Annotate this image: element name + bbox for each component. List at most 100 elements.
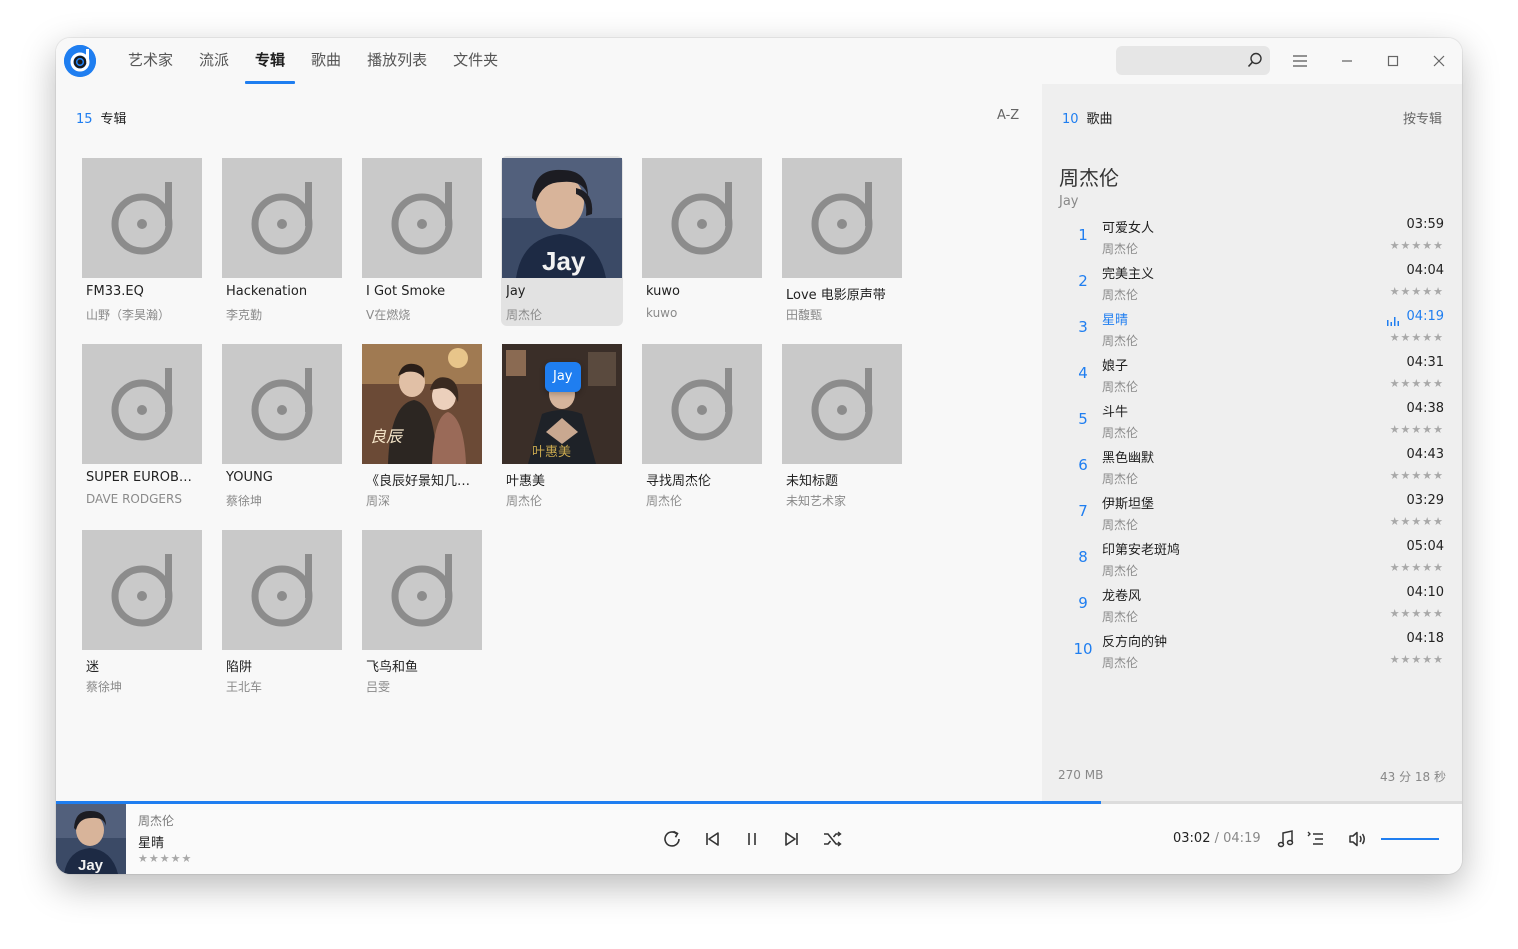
rating-stars[interactable]: ★★★★★ <box>1390 561 1444 574</box>
nav-tabs: 艺术家 流派 专辑 歌曲 播放列表 文件夹 <box>118 38 514 84</box>
default-cover-icon <box>642 344 762 464</box>
song-row[interactable]: 10 反方向的钟 周杰伦 04:18 ★★★★★ <box>1042 628 1462 674</box>
lyrics-music-note-icon[interactable] <box>1274 827 1298 851</box>
rating-stars[interactable]: ★★★★★ <box>1390 285 1444 298</box>
album-card[interactable]: 陷阱 王北车 <box>222 530 342 698</box>
album-artist: 蔡徐坤 <box>86 680 123 694</box>
song-duration: 04:04 <box>1406 263 1444 278</box>
album-card[interactable]: SUPER EUROBEAT... DAVE RODGERS <box>82 344 202 512</box>
song-number: 2 <box>1078 272 1088 290</box>
volume-slider[interactable] <box>1381 838 1439 840</box>
song-title: 斗牛 <box>1102 405 1129 420</box>
detail-album-name: Jay <box>1059 194 1079 209</box>
shuffle-icon[interactable] <box>820 827 844 851</box>
repeat-icon[interactable] <box>660 827 684 851</box>
song-row[interactable]: 2 完美主义 周杰伦 04:04 ★★★★★ <box>1042 260 1462 306</box>
song-singer: 周杰伦 <box>1102 610 1139 624</box>
song-title: 娘子 <box>1102 359 1129 374</box>
album-card[interactable]: 迷 蔡徐坤 <box>82 530 202 698</box>
song-duration: 03:59 <box>1406 217 1444 232</box>
song-number: 9 <box>1078 594 1088 612</box>
album-name: 陷阱 <box>226 660 253 675</box>
close-icon[interactable] <box>1427 49 1451 73</box>
rating-stars[interactable]: ★★★★★ <box>1390 423 1444 436</box>
albums-pane: 15 专辑 A-Z FM33.EQ 山野（李昊瀚） Hackenation 李克勤… <box>56 84 1042 802</box>
minimize-icon[interactable] <box>1335 49 1359 73</box>
song-duration: 04:18 <box>1406 631 1444 646</box>
song-row[interactable]: 6 黑色幽默 周杰伦 04:43 ★★★★★ <box>1042 444 1462 490</box>
playlist-queue-icon[interactable] <box>1304 827 1328 851</box>
default-cover-icon <box>82 344 202 464</box>
tab-genres[interactable]: 流派 <box>189 38 239 84</box>
title-bar: 艺术家 流派 专辑 歌曲 播放列表 文件夹 <box>56 38 1462 84</box>
song-row[interactable]: 4 娘子 周杰伦 04:31 ★★★★★ <box>1042 352 1462 398</box>
maximize-icon[interactable] <box>1381 49 1405 73</box>
sort-by-album-button[interactable]: 按专辑 <box>1403 108 1442 127</box>
rating-stars[interactable]: ★★★★★ <box>1390 331 1444 344</box>
album-card[interactable]: Love 电影原声带 田馥甄 <box>782 158 902 326</box>
rating-stars[interactable]: ★★★★★ <box>1390 377 1444 390</box>
song-row[interactable]: 7 伊斯坦堡 周杰伦 03:29 ★★★★★ <box>1042 490 1462 536</box>
rating-stars[interactable]: ★★★★★ <box>1390 607 1444 620</box>
tab-albums[interactable]: 专辑 <box>245 38 296 84</box>
album-artist: 周杰伦 <box>506 494 543 508</box>
rating-stars[interactable]: ★★★★★ <box>1390 653 1444 666</box>
album-card[interactable]: Hackenation 李克勤 <box>222 158 342 326</box>
song-row[interactable]: 5 斗牛 周杰伦 04:38 ★★★★★ <box>1042 398 1462 444</box>
album-artist: DAVE RODGERS <box>86 492 182 506</box>
volume-icon[interactable] <box>1346 827 1370 851</box>
player-bar: Jay 周杰伦 星晴 ★★★★★ 03:02 / 04:19 <box>56 804 1462 874</box>
album-name: 《良辰好景知几何... <box>366 474 480 489</box>
default-cover-icon <box>82 158 202 278</box>
album-card[interactable]: kuwo kuwo <box>642 158 762 326</box>
song-row[interactable]: 8 印第安老斑鸠 周杰伦 05:04 ★★★★★ <box>1042 536 1462 582</box>
rating-stars[interactable]: ★★★★★ <box>1390 469 1444 482</box>
album-name: 寻找周杰伦 <box>646 474 712 489</box>
album-artist: kuwo <box>646 306 678 320</box>
playback-time: 03:02 / 04:19 <box>1173 831 1261 846</box>
sort-az-button[interactable]: A-Z <box>997 108 1019 123</box>
tab-artists[interactable]: 艺术家 <box>118 38 183 84</box>
now-playing-rating[interactable]: ★★★★★ <box>138 852 192 865</box>
album-card[interactable]: 飞鸟和鱼 吕雯 <box>362 530 482 698</box>
time-separator: / <box>1214 831 1219 846</box>
album-name: 飞鸟和鱼 <box>366 660 419 675</box>
rating-stars[interactable]: ★★★★★ <box>1390 239 1444 252</box>
album-card[interactable]: FM33.EQ 山野（李昊瀚） <box>82 158 202 326</box>
rating-stars[interactable]: ★★★★★ <box>1390 515 1444 528</box>
album-card[interactable]: 寻找周杰伦 周杰伦 <box>642 344 762 512</box>
default-cover-icon <box>222 530 342 650</box>
pause-icon[interactable] <box>740 827 764 851</box>
album-card[interactable]: 良辰 《良辰好景知几何... 周深 <box>362 344 482 512</box>
song-title: 印第安老斑鸠 <box>1102 543 1181 558</box>
tab-songs[interactable]: 歌曲 <box>301 38 351 84</box>
album-artist: 未知艺术家 <box>786 494 847 508</box>
song-number: 10 <box>1073 640 1093 658</box>
song-row[interactable]: 9 龙卷风 周杰伦 04:10 ★★★★★ <box>1042 582 1462 628</box>
album-name: Hackenation <box>226 284 308 299</box>
album-card-jay[interactable]: Jay Jay 周杰伦 <box>501 156 623 326</box>
search-icon[interactable] <box>1246 51 1264 69</box>
album-name: YOUNG <box>226 470 273 485</box>
tab-playlists[interactable]: 播放列表 <box>357 38 437 84</box>
tab-folders[interactable]: 文件夹 <box>443 38 508 84</box>
previous-track-icon[interactable] <box>700 827 724 851</box>
song-title: 伊斯坦堡 <box>1102 497 1155 512</box>
song-row[interactable]: 1 可爱女人 周杰伦 03:59 ★★★★★ <box>1042 214 1462 260</box>
now-playing-cover[interactable]: Jay <box>56 804 126 874</box>
next-track-icon[interactable] <box>780 827 804 851</box>
menu-icon[interactable] <box>1288 49 1312 73</box>
song-singer: 周杰伦 <box>1102 242 1139 256</box>
song-title: 星晴 <box>1102 313 1129 328</box>
svg-text:良辰: 良辰 <box>370 427 404 446</box>
default-cover-icon <box>782 158 902 278</box>
album-card[interactable]: YOUNG 蔡徐坤 <box>222 344 342 512</box>
album-card[interactable]: I Got Smoke V在燃烧 <box>362 158 482 326</box>
songs-header: 10 歌曲 <box>1062 108 1113 127</box>
song-singer: 周杰伦 <box>1102 288 1139 302</box>
album-artist: 李克勤 <box>226 308 263 322</box>
album-card[interactable]: 未知标题 未知艺术家 <box>782 344 902 512</box>
albums-label: 专辑 <box>100 112 127 127</box>
song-row-playing[interactable]: 3 星晴 周杰伦 04:19 ★★★★★ <box>1042 306 1462 352</box>
search-input[interactable] <box>1124 50 1242 71</box>
